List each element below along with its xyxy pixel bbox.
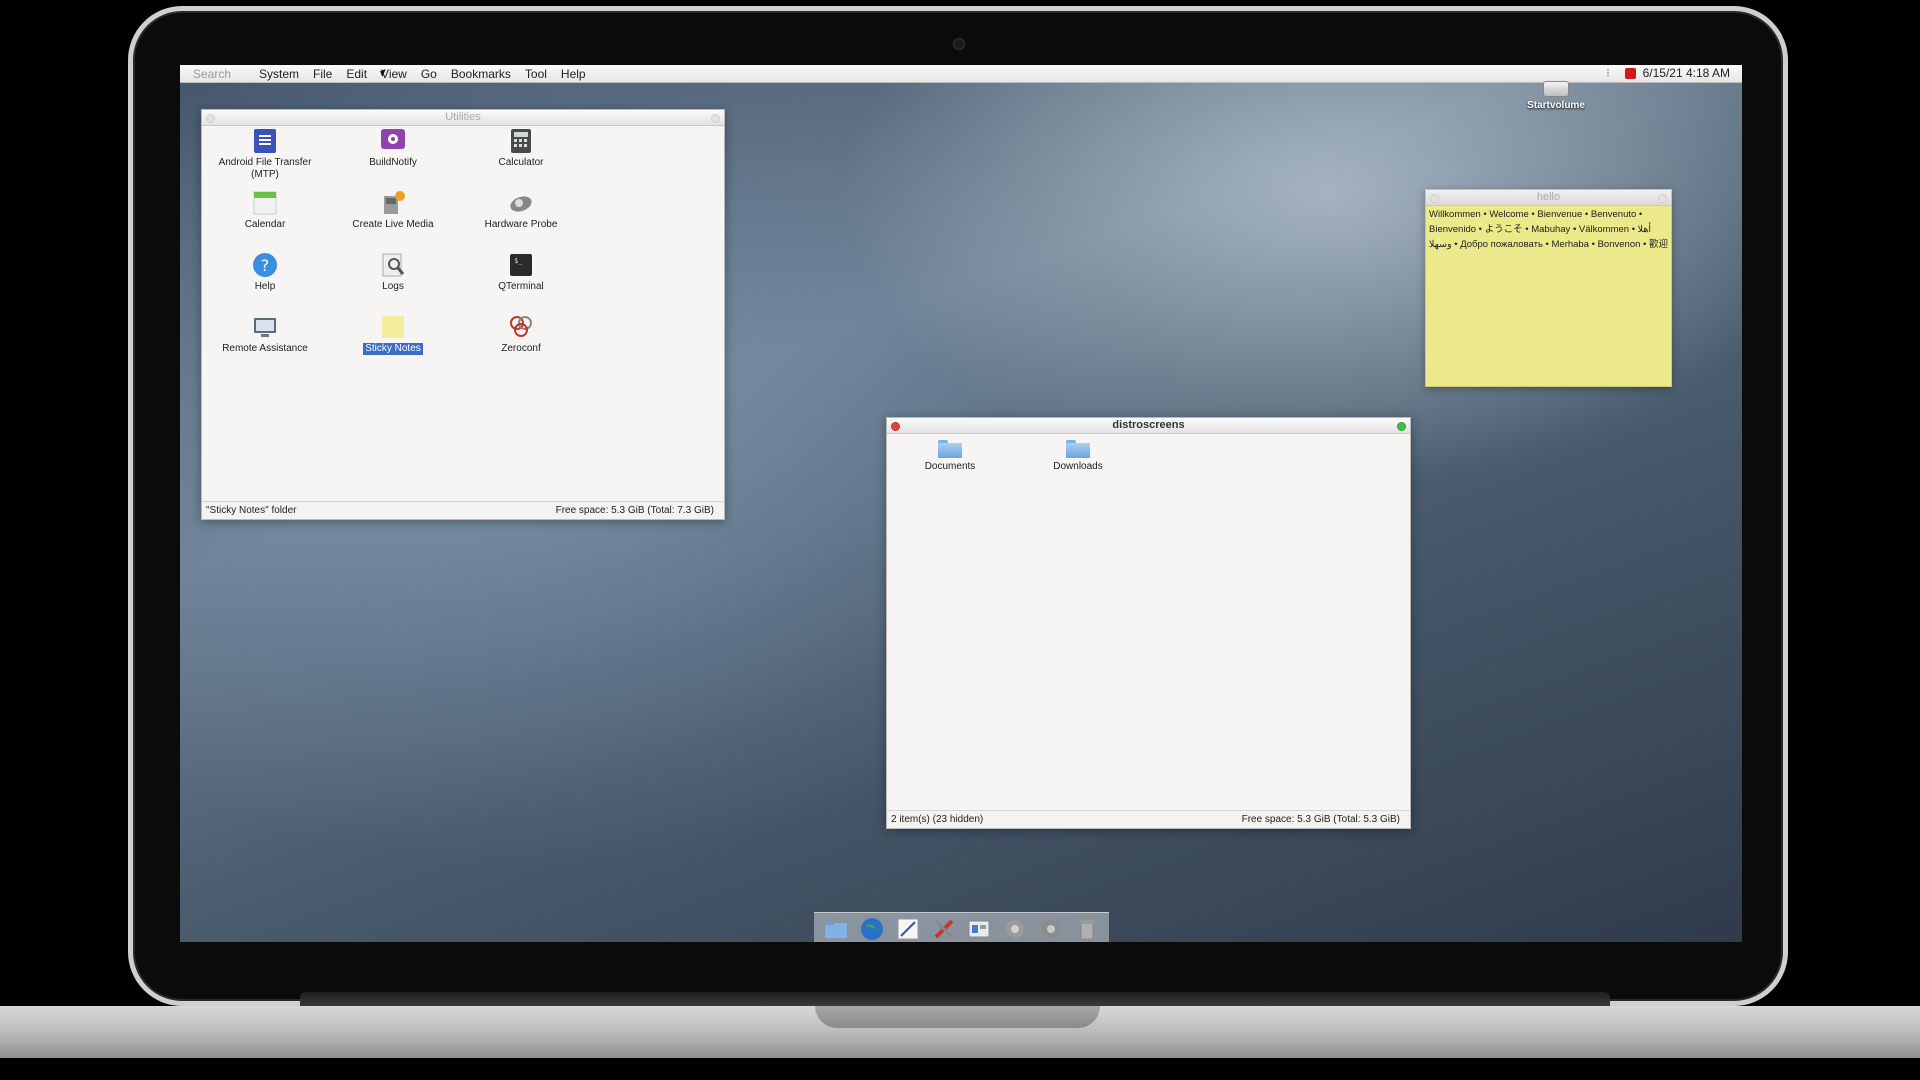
app-help[interactable]: ? Help [210,252,320,293]
text-editor-icon[interactable] [895,916,921,942]
laptop-hinge [300,992,1610,1006]
app-label: QTerminal [498,281,544,292]
app-label: Calculator [498,157,544,168]
utilities-window: Utilities Android File Transfer (MTP) Bu… [201,109,725,520]
app-label-selected: Sticky Notes [363,343,423,355]
help-icon: ? [252,252,278,278]
terminal-icon: $_ [508,252,534,278]
app-label: BuildNotify [369,157,417,168]
globe-icon[interactable] [859,916,885,942]
close-icon[interactable] [206,114,215,123]
folder-label: Documents [924,461,976,472]
status-free-space: Free space: 5.3 GiB (Total: 7.3 GiB) [555,505,714,516]
folder-documents[interactable]: Documents [895,440,1005,473]
svg-text:$_: $_ [514,257,523,265]
menu-go[interactable]: Go [421,67,437,81]
hardware-probe-icon [508,190,534,216]
search-field[interactable]: Search [193,67,245,81]
app-qterminal[interactable]: $_ QTerminal [466,252,576,293]
tools-icon[interactable] [931,916,957,942]
app-label: Remote Assistance [222,343,308,354]
window-title: Utilities [445,111,481,123]
zeroconf-icon [508,314,534,340]
folder-icon[interactable] [823,916,849,942]
app-label: Help [254,281,276,292]
app-android-file-transfer[interactable]: Android File Transfer (MTP) [210,128,320,181]
remote-assistance-icon [252,314,278,340]
record-indicator-icon[interactable] [1624,67,1636,79]
sticky-text[interactable]: Willkommen • Welcome • Bienvenue • Benve… [1426,206,1671,253]
app-logs[interactable]: Logs [338,252,448,293]
folder-label: Downloads [1053,461,1103,472]
menubar-status-area: 6/15/21 4:18 AM [1606,66,1730,80]
distroscreens-window: distroscreens Documents Downloads 2 item… [886,417,1411,829]
window-title: distroscreens [1112,419,1185,431]
app-calendar[interactable]: Calendar [210,190,320,231]
laptop-notch [815,1006,1100,1028]
clock[interactable]: 6/15/21 4:18 AM [1643,66,1730,80]
app-label: Android File Transfer (MTP) [218,157,312,180]
distroscreens-titlebar[interactable]: distroscreens [887,418,1410,434]
app-label: Zeroconf [501,343,541,354]
svg-text:?: ? [261,256,270,275]
sticky-note-window[interactable]: hello Willkommen • Welcome • Bienvenue •… [1425,189,1672,387]
sticky-notes-icon [380,314,406,340]
dock [814,912,1109,942]
trash-icon[interactable] [1074,916,1100,942]
logs-icon [380,252,406,278]
calculator-icon [508,128,534,154]
windows-icon[interactable] [966,916,992,942]
zoom-icon[interactable] [1397,422,1406,431]
buildnotify-icon [380,128,406,154]
status-free-space: Free space: 5.3 GiB (Total: 5.3 GiB) [1241,814,1400,825]
zoom-icon[interactable] [711,114,720,123]
settings-icon[interactable] [1002,916,1028,942]
sticky-title: hello [1536,191,1561,203]
status-selection: "Sticky Notes" folder [206,505,297,516]
app-buildnotify[interactable]: BuildNotify [338,128,448,169]
app-create-live-media[interactable]: Create Live Media [338,190,448,231]
app-label: Hardware Probe [484,219,558,230]
app-calculator[interactable]: Calculator [466,128,576,169]
app-label: Create Live Media [352,219,434,230]
menu-tool[interactable]: Tool [525,67,547,81]
preferences-icon[interactable] [1038,916,1064,942]
zoom-icon[interactable] [1658,194,1667,203]
grip-icon [1606,69,1617,77]
volume-label: Startvolume [1527,100,1585,111]
status-item-count: 2 item(s) (23 hidden) [891,814,984,825]
distroscreens-statusbar: 2 item(s) (23 hidden) Free space: 5.3 Gi… [887,810,1410,828]
calendar-icon [252,190,278,216]
menu-edit[interactable]: Edit [346,67,367,81]
desktop-volume[interactable]: Startvolume [1520,81,1592,111]
folder-downloads[interactable]: Downloads [1023,440,1133,473]
menu-help[interactable]: Help [561,67,586,81]
utilities-statusbar: "Sticky Notes" folder Free space: 5.3 Gi… [202,501,724,519]
app-hardware-probe[interactable]: Hardware Probe [466,190,576,231]
close-icon[interactable] [891,422,900,431]
folder-icon [938,440,962,458]
menubar: Search System File Edit View Go Bookmark… [180,65,1742,83]
app-label: Calendar [244,219,286,230]
desktop-screen: Search System File Edit View Go Bookmark… [180,65,1742,942]
app-sticky-notes[interactable]: Sticky Notes [338,314,448,355]
menu-system[interactable]: System [259,67,299,81]
file-transfer-icon [252,128,278,154]
webcam [953,38,965,50]
utilities-titlebar[interactable]: Utilities [202,110,724,126]
app-remote-assistance[interactable]: Remote Assistance [210,314,320,355]
menu-bookmarks[interactable]: Bookmarks [451,67,511,81]
live-media-icon [380,190,406,216]
hard-disk-icon [1543,81,1569,97]
app-label: Logs [382,281,404,292]
folder-icon [1066,440,1090,458]
sticky-titlebar[interactable]: hello [1426,190,1671,206]
close-icon[interactable] [1430,194,1439,203]
menu-file[interactable]: File [313,67,332,81]
app-zeroconf[interactable]: Zeroconf [466,314,576,355]
